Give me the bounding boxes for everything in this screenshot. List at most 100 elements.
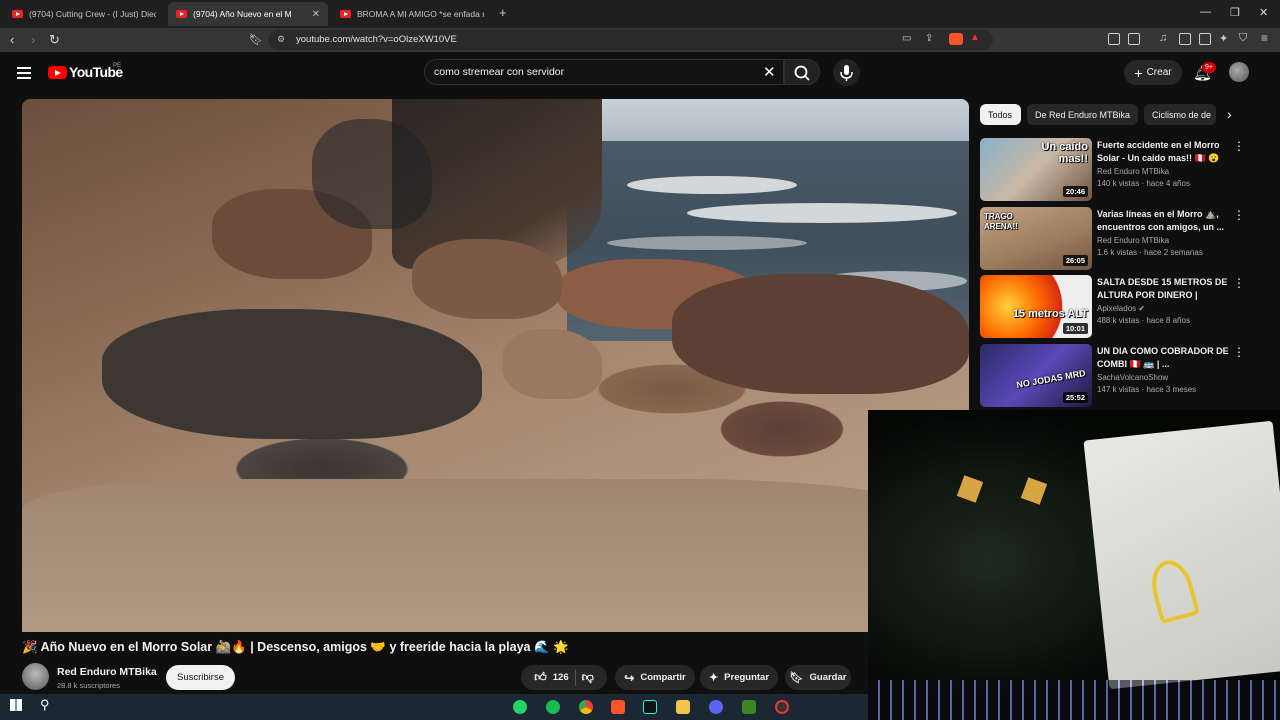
bookmark-icon[interactable]: 🔖︎: [249, 33, 263, 47]
recommendation-channel[interactable]: Apixelados ✔: [1097, 304, 1145, 313]
like-dislike-group: 👍︎ 126 👎︎: [521, 665, 607, 690]
cast-icon[interactable]: ▭: [902, 33, 911, 44]
recommendation-item[interactable]: Un caído mas!! 20:46 Fuerte accidente en…: [980, 138, 1250, 204]
video-thumbnail[interactable]: NO JODAS MRD 25:52: [980, 344, 1092, 407]
taskbar: [0, 694, 868, 720]
minecraft-icon[interactable]: [742, 700, 756, 714]
taskbar-search-icon[interactable]: ⚲: [40, 697, 50, 713]
recommendation-title[interactable]: Fuerte accidente en el Morro Solar - Un …: [1097, 139, 1232, 164]
channel-name[interactable]: Red Enduro MTBika: [57, 666, 157, 678]
more-options-icon[interactable]: ⋮: [1233, 277, 1245, 289]
video-frame-bikers: [312, 119, 432, 229]
recommendation-item[interactable]: TRAGO ARENA!! 26:05 Varias líneas en el …: [980, 207, 1250, 273]
brave-rewards-icon[interactable]: ▲: [970, 32, 980, 43]
video-frame-rock: [672, 274, 969, 394]
browser-tab-2[interactable]: (9704) Año Nuevo en el M ✕: [168, 2, 328, 26]
close-tab-icon[interactable]: ✕: [308, 9, 320, 20]
save-button[interactable]: 🔖︎ Guardar: [785, 665, 851, 690]
search-button[interactable]: [784, 59, 820, 85]
browser-tab-3[interactable]: BROMA A MI AMIGO *se enfada mu: [332, 2, 492, 26]
channel-avatar[interactable]: [22, 663, 49, 690]
like-button[interactable]: 👍︎ 126: [534, 670, 568, 685]
voice-search-button[interactable]: [833, 59, 860, 86]
browser-tab-1[interactable]: (9704) Cutting Crew - (I Just) Died In: [4, 2, 164, 26]
minimize-icon[interactable]: —: [1200, 6, 1211, 18]
search-icon: [794, 65, 810, 81]
chevron-right-icon[interactable]: ›: [1227, 106, 1232, 122]
tab-label: (9704) Cutting Crew - (I Just) Died In: [29, 9, 156, 19]
new-tab-button[interactable]: +: [499, 5, 507, 20]
chip-topic[interactable]: Ciclismo de de: [1144, 104, 1216, 125]
video-duration: 10:01: [1062, 323, 1088, 334]
chrome-icon[interactable]: [579, 700, 593, 714]
clear-search-icon[interactable]: ✕: [763, 63, 776, 81]
url-text[interactable]: youtube.com/watch?v=oOlzeXW10VE: [296, 34, 457, 45]
ask-label: Preguntar: [724, 672, 770, 683]
spotify-icon[interactable]: [546, 700, 560, 714]
video-thumbnail[interactable]: TRAGO ARENA!! 26:05: [980, 207, 1092, 270]
browser-menu-icon[interactable]: ≡: [1261, 31, 1268, 45]
more-options-icon[interactable]: ⋮: [1233, 140, 1245, 152]
recommendation-channel[interactable]: Red Enduro MTBika: [1097, 236, 1169, 245]
video-thumbnail[interactable]: Un caído mas!! 20:46: [980, 138, 1092, 201]
extension-icon[interactable]: [1128, 33, 1140, 45]
video-thumbnail[interactable]: 15 metros ALT 10:01: [980, 275, 1092, 338]
recommendation-item[interactable]: 15 metros ALT 10:01 SALTA DESDE 15 METRO…: [980, 275, 1250, 341]
share-button[interactable]: ↪ Compartir: [615, 665, 695, 690]
video-frame-ground: [22, 479, 969, 632]
recommendation-channel[interactable]: Red Enduro MTBika: [1097, 167, 1169, 176]
subscriber-count: 28.8 k suscriptores: [57, 681, 120, 690]
account-avatar[interactable]: [1229, 62, 1249, 82]
reload-icon[interactable]: ↻: [49, 33, 60, 47]
tiktok-icon[interactable]: [643, 700, 657, 714]
leo-ai-icon[interactable]: ✦: [1219, 32, 1228, 45]
region-code: PE: [113, 63, 122, 69]
ask-button[interactable]: ✦ Preguntar: [700, 665, 778, 690]
thumbnail-text: TRAGO ARENA!!: [984, 212, 1018, 231]
chip-channel[interactable]: De Red Enduro MTBika: [1027, 104, 1138, 125]
youtube-logo-icon[interactable]: [48, 66, 67, 79]
hamburger-menu-icon[interactable]: [17, 67, 31, 79]
video-player[interactable]: [22, 99, 969, 632]
close-window-icon[interactable]: ✕: [1259, 6, 1268, 19]
plus-icon: +: [1134, 64, 1143, 81]
tab-label: BROMA A MI AMIGO *se enfada mu: [357, 9, 484, 19]
search-input[interactable]: como stremear con servidor: [434, 66, 564, 78]
dislike-button[interactable]: 👎︎: [582, 670, 594, 685]
more-options-icon[interactable]: ⋮: [1233, 209, 1245, 221]
recommendation-title[interactable]: Varias líneas en el Morro ⛰️, encuentros…: [1097, 208, 1232, 233]
share-label: Compartir: [640, 672, 686, 683]
music-icon[interactable]: ♫: [1159, 32, 1167, 44]
microphone-icon: [840, 65, 853, 81]
recommendation-channel[interactable]: SachaVolcanoShow: [1097, 373, 1168, 382]
whatsapp-icon[interactable]: [513, 700, 527, 714]
discord-icon[interactable]: [709, 700, 723, 714]
brave-icon[interactable]: [611, 700, 625, 714]
recommendation-item[interactable]: NO JODAS MRD 25:52 UN DIA COMO COBRADOR …: [980, 344, 1250, 410]
video-frame-sky: [577, 99, 969, 144]
extension-icon[interactable]: [1108, 33, 1120, 45]
restore-icon[interactable]: ❐: [1230, 6, 1240, 19]
create-button[interactable]: + Crear: [1124, 60, 1182, 85]
save-icon: 🔖︎: [789, 672, 804, 684]
wallet-icon[interactable]: [1199, 33, 1211, 45]
file-explorer-icon[interactable]: [676, 700, 690, 714]
forward-icon[interactable]: ›: [31, 33, 35, 47]
subscribe-button[interactable]: Suscribirse: [166, 665, 235, 690]
windows-start-icon[interactable]: [10, 699, 22, 711]
save-label: Guardar: [809, 672, 847, 683]
brave-shield-icon[interactable]: [949, 33, 963, 45]
chip-all[interactable]: Todos: [980, 104, 1021, 125]
more-options-icon[interactable]: ⋮: [1233, 346, 1245, 358]
vpn-icon[interactable]: ⛉: [1239, 32, 1247, 45]
recommendation-meta: 1.6 k vistas · hace 2 semanas: [1097, 248, 1203, 257]
back-icon[interactable]: ‹: [10, 33, 14, 47]
youtube-favicon-icon: [340, 10, 351, 18]
recording-icon[interactable]: [775, 700, 789, 714]
youtube-favicon-icon: [176, 10, 187, 18]
sidebar-icon[interactable]: [1179, 33, 1191, 45]
site-info-icon[interactable]: ⚙︎: [277, 34, 285, 45]
share-page-icon[interactable]: ⇪: [925, 33, 933, 44]
recommendation-title[interactable]: SALTA DESDE 15 METROS DE ALTURA POR DINE…: [1097, 276, 1232, 302]
recommendation-title[interactable]: UN DIA COMO COBRADOR DE COMBI 🇵🇪 🚌 | ...: [1097, 345, 1232, 370]
